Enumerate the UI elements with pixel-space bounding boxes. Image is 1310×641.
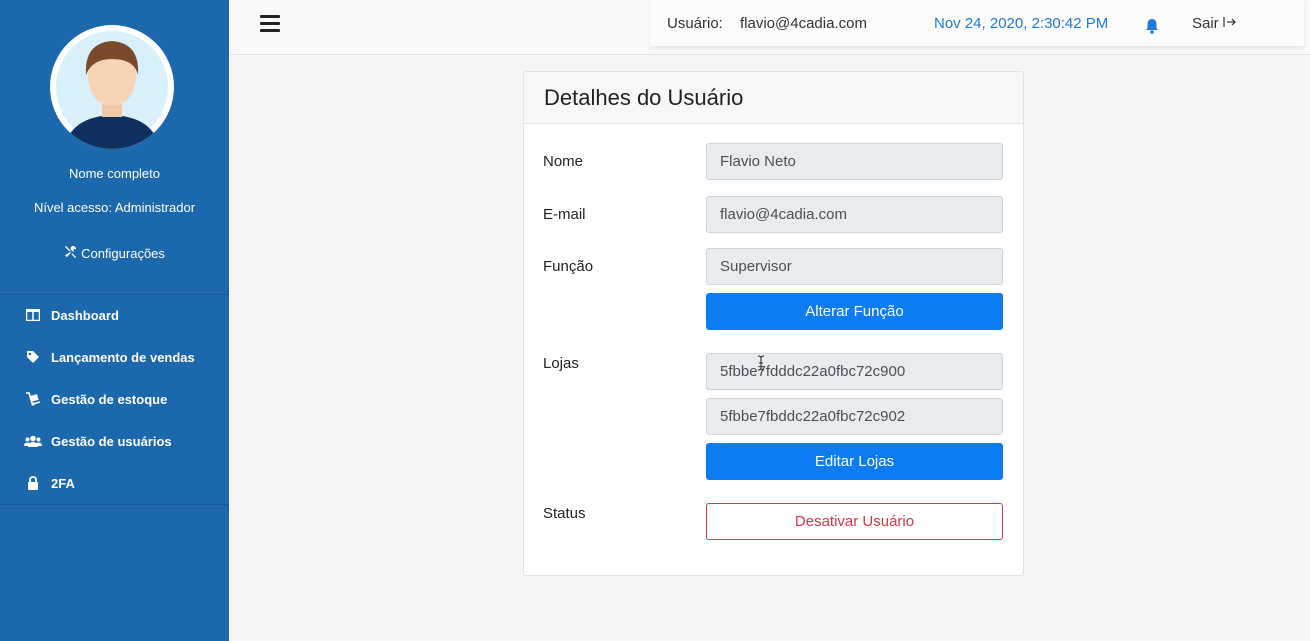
tag-icon	[24, 350, 42, 364]
text-cursor-icon	[757, 355, 765, 371]
email-label: E-mail	[543, 206, 586, 223]
sidebar-item-stock[interactable]: Gestão de estoque	[0, 378, 229, 420]
settings-label: Configurações	[81, 245, 165, 261]
sidebar-nav: Dashboard Lançamento de vendas Gestão de…	[0, 294, 229, 504]
sidebar-item-dashboard[interactable]: Dashboard	[0, 294, 229, 336]
lock-icon	[24, 476, 42, 490]
sidebar-divider	[0, 504, 229, 505]
role-label: Função	[543, 258, 594, 275]
logout-label: Sair	[1192, 14, 1219, 32]
table-icon	[24, 308, 42, 322]
sidebar-item-label: Lançamento de vendas	[51, 349, 195, 365]
wrench-screwdriver-icon	[64, 245, 77, 261]
sidebar-item-users[interactable]: Gestão de usuários	[0, 420, 229, 462]
sidebar-item-sales[interactable]: Lançamento de vendas	[0, 336, 229, 378]
status-label: Status	[543, 505, 586, 522]
settings-link[interactable]: Configurações	[0, 245, 229, 261]
stores-label: Lojas	[543, 355, 579, 372]
sidebar: Nome completo Nível acesso: Administrado…	[0, 0, 229, 641]
user-email: flavio@4cadia.com	[740, 14, 867, 32]
sign-out-icon	[1223, 15, 1237, 32]
edit-stores-button[interactable]: Editar Lojas	[706, 443, 1003, 480]
sidebar-item-label: Gestão de usuários	[51, 433, 172, 449]
logout-button[interactable]: Sair	[1192, 15, 1237, 32]
card-title: Detalhes do Usuário	[524, 72, 1023, 124]
store-field-2[interactable]: 5fbbe7fbddc22a0fbc72c902	[706, 398, 1003, 435]
datetime: Nov 24, 2020, 2:30:42 PM	[934, 14, 1109, 32]
name-field[interactable]: Flavio Neto	[706, 143, 1003, 180]
topbar: Usuário: flavio@4cadia.com Nov 24, 2020,…	[229, 0, 1310, 55]
profile-name: Nome completo	[68, 166, 161, 181]
role-field[interactable]: Supervisor	[706, 248, 1003, 285]
access-level: Nível acesso: Administrador	[33, 200, 196, 215]
change-role-button[interactable]: Alterar Função	[706, 293, 1003, 330]
dolly-icon	[24, 392, 42, 406]
sidebar-item-label: Gestão de estoque	[51, 391, 168, 407]
bell-icon[interactable]	[1145, 18, 1159, 38]
store-field-1[interactable]: 5fbbe7fdddc22a0fbc72c900	[706, 353, 1003, 390]
name-label: Nome	[543, 153, 584, 170]
users-icon	[24, 434, 42, 448]
email-field[interactable]: flavio@4cadia.com	[706, 196, 1003, 233]
deactivate-user-button[interactable]: Desativar Usuário	[706, 503, 1003, 540]
sidebar-item-2fa[interactable]: 2FA	[0, 462, 229, 504]
sidebar-item-label: 2FA	[51, 475, 75, 491]
hamburger-menu-icon[interactable]	[260, 15, 280, 33]
avatar	[50, 25, 174, 149]
user-label: Usuário:	[667, 14, 723, 32]
user-info-bar: Usuário: flavio@4cadia.com Nov 24, 2020,…	[650, 0, 1304, 46]
user-details-card: Detalhes do Usuário Nome Flavio Neto E-m…	[523, 71, 1024, 576]
sidebar-item-label: Dashboard	[51, 307, 119, 323]
